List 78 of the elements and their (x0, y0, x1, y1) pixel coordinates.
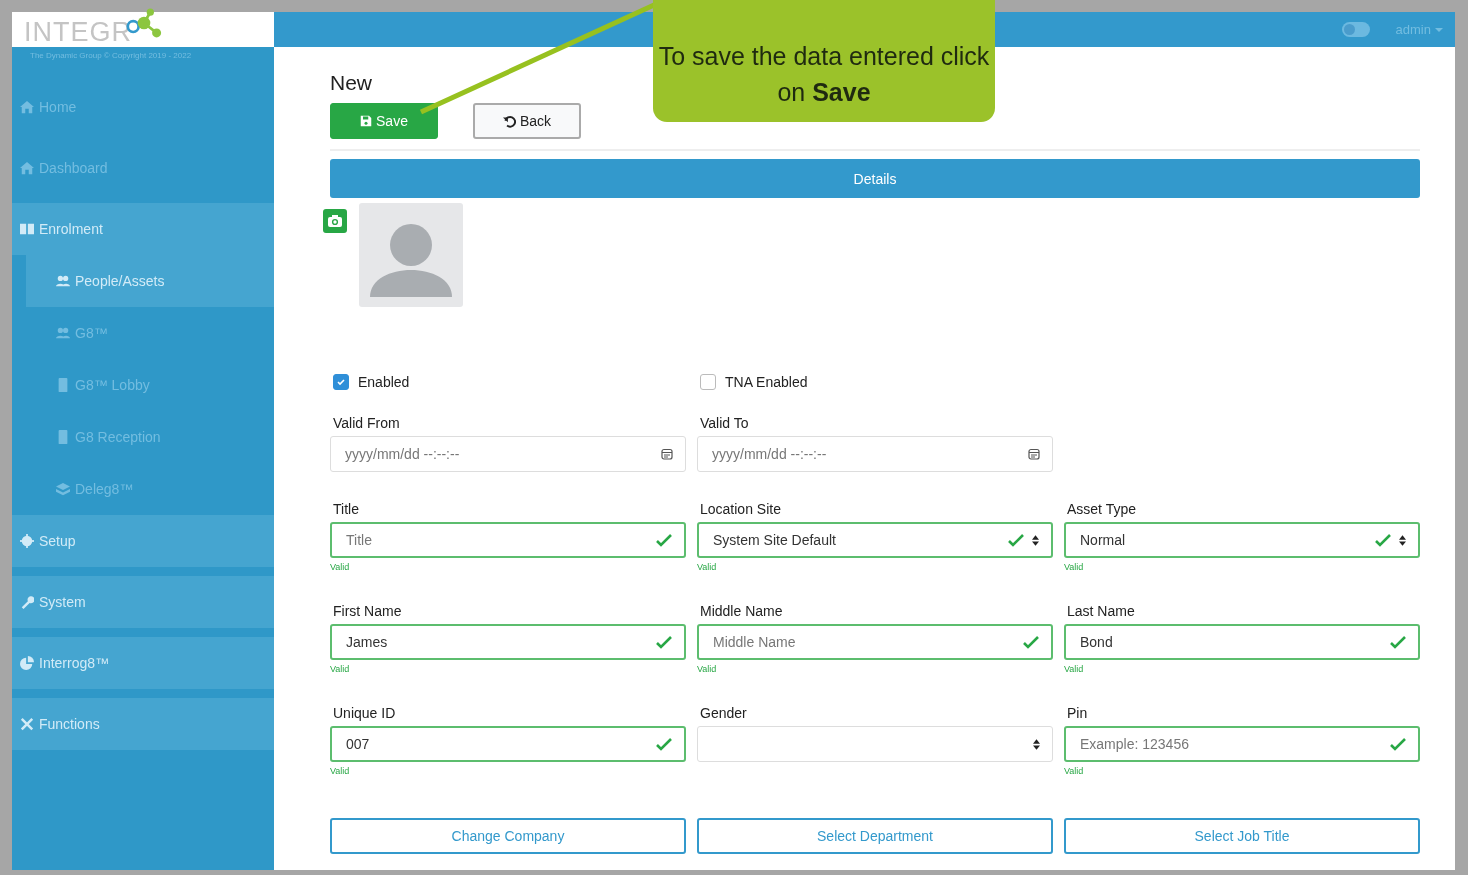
nav-item[interactable]: System (12, 576, 274, 628)
field-label: Asset Type (1066, 500, 1137, 519)
validation-text: Valid (697, 664, 718, 674)
nav-subitem[interactable]: People/Assets (26, 255, 274, 307)
field-label: First Name (332, 602, 403, 621)
check-icon (1390, 634, 1406, 650)
nav-item[interactable]: Functions (12, 698, 274, 750)
sort-icon (1033, 738, 1040, 750)
save-button[interactable]: Save (330, 103, 438, 139)
back-button[interactable]: Back (473, 103, 581, 139)
input-field[interactable]: Middle Name (697, 624, 1053, 660)
checkbox[interactable] (333, 374, 349, 390)
calendar-icon (661, 448, 673, 460)
callout-box: To save the data entered click on Save (653, 0, 995, 122)
home-icon (20, 161, 34, 175)
validation-text: Valid (1064, 766, 1085, 776)
nav-item[interactable]: Setup (12, 515, 274, 567)
id-card-icon (56, 378, 70, 392)
input-field[interactable]: Bond (1064, 624, 1420, 660)
field-label: Valid To (699, 414, 750, 433)
camera-icon (327, 214, 343, 228)
check-icon (656, 736, 672, 752)
field-label: Middle Name (699, 602, 784, 621)
check-icon (1023, 634, 1039, 650)
id-card-icon (56, 430, 70, 444)
check-icon (656, 532, 672, 548)
validation-text: Valid (330, 664, 351, 674)
select-field[interactable] (697, 726, 1053, 762)
home-icon (20, 100, 34, 114)
settings-icon (20, 534, 34, 548)
users-icon (56, 326, 70, 340)
check-icon (1375, 532, 1391, 548)
check-icon (656, 634, 672, 650)
check-icon (1390, 736, 1406, 752)
check-icon (1008, 532, 1024, 548)
tools-icon (20, 717, 34, 731)
checkbox[interactable] (700, 374, 716, 390)
field-label: Title (332, 500, 360, 519)
toggle-switch[interactable] (1341, 22, 1370, 37)
users-icon (56, 274, 70, 288)
validation-text: Valid (1064, 664, 1085, 674)
input-field[interactable]: Title (330, 522, 686, 558)
wrench-icon (20, 595, 34, 609)
page-title: New (330, 71, 372, 96)
input-field[interactable]: 007 (330, 726, 686, 762)
nav-item[interactable]: Interrog8™ (12, 637, 274, 689)
field-label: Gender (699, 704, 748, 723)
checkbox-label: TNA Enabled (725, 374, 808, 390)
section-header: Details (330, 159, 1420, 198)
action-button[interactable]: Select Department (697, 818, 1053, 854)
sort-icon (1032, 534, 1039, 546)
action-button[interactable]: Change Company (330, 818, 686, 854)
field-label: Pin (1066, 704, 1089, 723)
date-field[interactable]: yyyy/mm/dd --:--:-- (330, 436, 686, 472)
pie-chart-icon (20, 656, 34, 670)
input-field[interactable]: Example: 123456 (1064, 726, 1420, 762)
undo-icon (502, 114, 516, 128)
date-field[interactable]: yyyy/mm/dd --:--:-- (697, 436, 1053, 472)
field-label: Location Site (699, 500, 782, 519)
nav-item[interactable]: Enrolment (12, 203, 274, 255)
validation-text: Valid (330, 766, 351, 776)
calendar-icon (1028, 448, 1040, 460)
list-icon (20, 222, 34, 236)
check-icon (336, 377, 346, 387)
field-label: Valid From (332, 414, 401, 433)
field-label: Unique ID (332, 704, 397, 723)
sort-icon (1399, 534, 1406, 546)
select-field[interactable]: System Site Default (697, 522, 1053, 558)
validation-text: Valid (330, 562, 351, 572)
validation-text: Valid (1064, 562, 1085, 572)
select-field[interactable]: Normal (1064, 522, 1420, 558)
validation-text: Valid (697, 562, 718, 572)
layers-icon (56, 482, 70, 496)
input-field[interactable]: James (330, 624, 686, 660)
checkbox-label: Enabled (358, 374, 410, 390)
camera-button[interactable] (323, 209, 347, 233)
field-label: Last Name (1066, 602, 1136, 621)
action-button[interactable]: Select Job Title (1064, 818, 1420, 854)
